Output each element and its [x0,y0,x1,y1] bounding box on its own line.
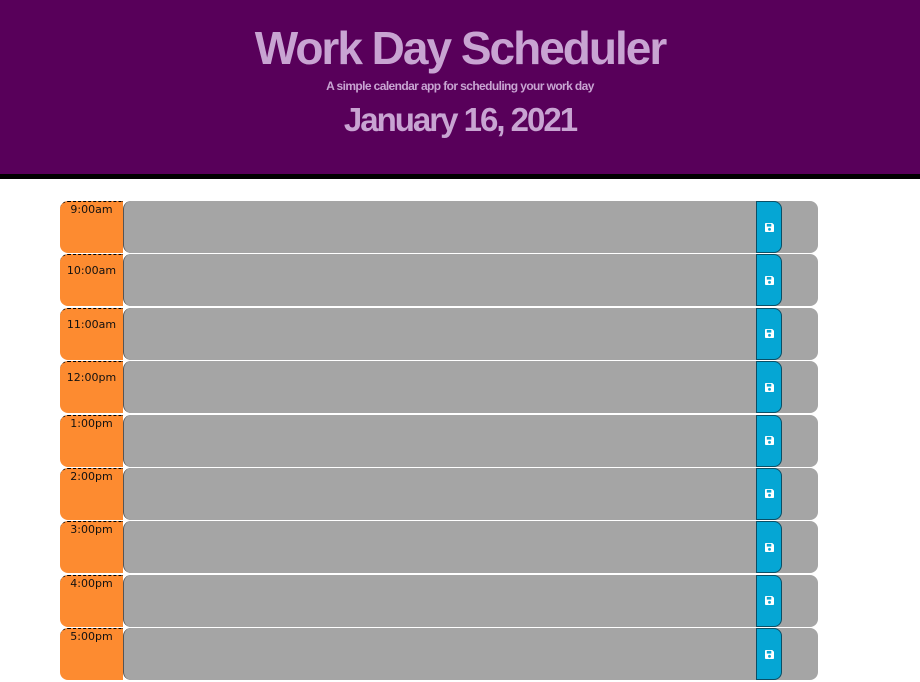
event-textarea[interactable] [123,361,818,414]
timeblock-row-12pm: 12:00pm [60,361,820,414]
jumbotron-header: Work Day Scheduler A simple calendar app… [0,0,920,179]
timeblock-row-10am: 10:00am [60,254,820,307]
floppy-disk-icon [764,382,774,392]
timeblock-row-3pm: 3:00pm [60,521,820,574]
floppy-disk-icon [764,649,774,659]
hour-label: 5:00pm [60,628,123,681]
save-button[interactable] [756,201,782,253]
timeblock-row-4pm: 4:00pm [60,574,820,627]
floppy-disk-icon [764,542,774,552]
save-button[interactable] [756,628,782,681]
timeblock-row-2pm: 2:00pm [60,467,820,520]
event-textarea[interactable] [123,574,818,627]
event-textarea[interactable] [123,201,818,253]
floppy-disk-icon [764,329,774,339]
current-date: January 16, 2021 [343,101,578,138]
hour-label: 11:00am [60,307,123,360]
event-textarea[interactable] [123,628,818,681]
save-button[interactable] [756,307,782,360]
save-button[interactable] [756,361,782,414]
timeblock-row-9am: 9:00am [60,201,820,253]
hour-label: 9:00am [60,201,123,253]
save-button[interactable] [756,254,782,307]
timeblock-list: 9:00am 10:00am 11:00am 12:00pm 1:00pm 2: [60,201,820,682]
hour-label: 3:00pm [60,521,123,574]
floppy-disk-icon [764,275,774,285]
floppy-disk-icon [764,596,774,606]
hour-label: 10:00am [60,254,123,307]
event-textarea[interactable] [123,414,818,467]
floppy-disk-icon [764,489,774,499]
save-button[interactable] [756,574,782,627]
hour-label: 12:00pm [60,361,123,414]
event-textarea[interactable] [123,467,818,520]
event-textarea[interactable] [123,254,818,307]
floppy-disk-icon [764,222,774,232]
save-button[interactable] [756,467,782,520]
timeblock-row-11am: 11:00am [60,307,820,360]
floppy-disk-icon [764,436,774,446]
page-title: Work Day Scheduler [254,22,668,74]
event-textarea[interactable] [123,307,818,360]
page-subtitle: A simple calendar app for scheduling you… [326,79,594,93]
hour-label: 2:00pm [60,467,123,520]
hour-label: 4:00pm [60,574,123,627]
timeblock-row-1pm: 1:00pm [60,414,820,467]
hour-label: 1:00pm [60,414,123,467]
timeblock-row-5pm: 5:00pm [60,628,820,681]
event-textarea[interactable] [123,521,818,574]
save-button[interactable] [756,521,782,574]
save-button[interactable] [756,414,782,467]
